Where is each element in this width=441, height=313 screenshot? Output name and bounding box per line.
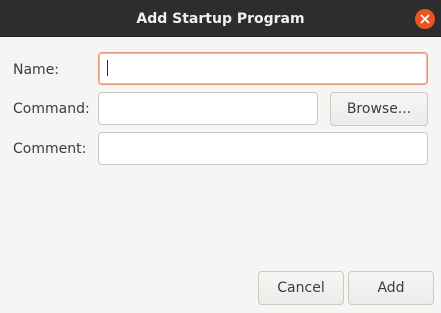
browse-button[interactable]: Browse... [330,92,428,126]
add-button[interactable]: Add [348,271,434,305]
comment-field[interactable] [98,132,428,165]
add-startup-program-dialog: Add Startup Program Name: Command: Brows… [0,0,441,313]
close-icon [420,14,430,24]
command-field[interactable] [98,92,318,125]
comment-label: Comment: [13,141,87,157]
close-button[interactable] [415,9,435,29]
name-label: Name: [13,62,60,78]
title-bar[interactable]: Add Startup Program [0,0,441,37]
command-label: Command: [13,101,90,117]
cancel-button[interactable]: Cancel [258,271,344,305]
dialog-title: Add Startup Program [136,11,305,27]
text-cursor [107,60,108,76]
name-field[interactable] [98,52,428,85]
